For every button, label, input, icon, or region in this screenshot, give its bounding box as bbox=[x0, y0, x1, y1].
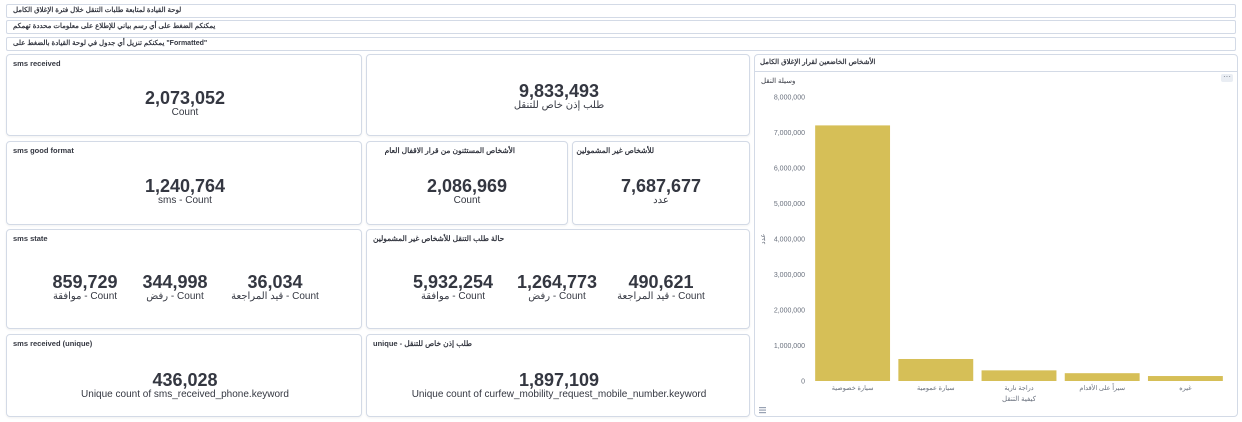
sms-good-format-panel[interactable]: sms good format 1,240,764 sms - Count bbox=[6, 141, 362, 225]
y-axis-label: عدد bbox=[760, 234, 767, 245]
metric-value: 5,932,254 bbox=[412, 272, 494, 292]
y-axis: 0 1,000,000 2,000,000 3,000,000 4,000,000 5,0… bbox=[774, 95, 805, 386]
metric[interactable]: 1,897,109 Unique count of curfew_mobilit… bbox=[412, 371, 707, 400]
panel-title: للأشخاص غير المشمولين bbox=[576, 146, 654, 155]
chart-panel-header-text: الأشخاص الخاضعين لقرار الإغلاق الكامل bbox=[760, 59, 876, 66]
x-tick-label: دراجة نارية bbox=[1004, 384, 1033, 392]
metric-label: رفض - Count bbox=[528, 291, 586, 302]
sms-received-panel[interactable]: sms received 2,073,052 Count bbox=[6, 54, 362, 136]
metric-label: Count bbox=[171, 107, 199, 118]
metric-label: Unique count of sms_received_phone.keywo… bbox=[81, 389, 289, 400]
metric-value: 490,621 bbox=[628, 272, 694, 292]
panel-title: sms received bbox=[13, 59, 61, 68]
metric-pending[interactable]: 490,621 قيد المراجعة - Count bbox=[617, 273, 705, 302]
x-tick-label: غيره bbox=[1179, 385, 1192, 392]
panel-title: sms state bbox=[13, 234, 48, 243]
metric-label: طلب إذن خاص للتنقل bbox=[513, 100, 605, 111]
bars bbox=[815, 125, 1223, 382]
panel-title: sms good format bbox=[13, 146, 74, 155]
metric[interactable]: 7,687,677 عدد bbox=[621, 177, 701, 206]
metric[interactable]: 2,073,052 Count bbox=[145, 89, 225, 118]
travel-permit-panel[interactable]: 9,833,493 طلب إذن خاص للتنقل bbox=[366, 54, 750, 136]
info-bar-download-table: يمكنكم تنزيل أي جدول في لوحة القيادة بال… bbox=[6, 37, 1236, 51]
request-unique-panel[interactable]: unique - طلب إذن خاص للتنقل 1,897,109 Un… bbox=[366, 334, 750, 417]
bar[interactable] bbox=[1147, 376, 1223, 381]
metric-label: عدد bbox=[653, 195, 669, 206]
chart-title: وسيلة النقل bbox=[761, 77, 795, 85]
metric[interactable]: 1,240,764 sms - Count bbox=[145, 177, 225, 206]
info-text-click-chart: يمكنكم الضغط على أي رسم بياني للإطلاع عل… bbox=[13, 23, 216, 30]
x-axis: سيارة خصوصية سيارة عمومية دراجة نارية سيراً… bbox=[832, 382, 1192, 392]
panel-title: unique - طلب إذن خاص للتنقل bbox=[373, 339, 473, 348]
metric-label: رفض - Count bbox=[146, 291, 204, 302]
panel-title: حالة طلب التنقل للأشخاص غير المشمولين bbox=[373, 234, 505, 243]
legend-toggle-icon[interactable] bbox=[759, 407, 766, 414]
y-tick-label: 7,000,000 bbox=[774, 130, 805, 137]
ellipsis-icon[interactable]: ··· bbox=[1221, 73, 1233, 82]
metric-value: 2,086,969 bbox=[426, 176, 508, 196]
metric-pending[interactable]: 36,034 قيد المراجعة - Count bbox=[231, 273, 319, 302]
x-axis-label: كيفية التنقل bbox=[1002, 395, 1037, 403]
metric-label: Unique count of curfew_mobility_request_… bbox=[411, 389, 707, 400]
metric-label: قيد المراجعة - Count bbox=[617, 291, 705, 302]
x-tick-label: سيراً على الأقدام bbox=[1079, 382, 1125, 392]
metric-value: 2,073,052 bbox=[144, 88, 226, 108]
chart-panel-header: الأشخاص الخاضعين لقرار الإغلاق الكامل bbox=[755, 55, 1237, 72]
x-tick-label: سيارة عمومية bbox=[917, 384, 955, 392]
transport-chart-panel[interactable]: الأشخاص الخاضعين لقرار الإغلاق الكامل ··… bbox=[754, 54, 1238, 417]
metric-value: 344,998 bbox=[142, 272, 208, 292]
bar[interactable] bbox=[1064, 373, 1140, 381]
bar-chart[interactable]: وسيلة النقل 0 1,000,000 2,000,000 3,000,000… bbox=[755, 71, 1237, 417]
metric-value: 36,034 bbox=[247, 272, 303, 292]
y-tick-label: 8,000,000 bbox=[774, 95, 805, 102]
metric-value: 9,833,493 bbox=[518, 81, 600, 101]
sms-received-unique-panel[interactable]: sms received (unique) 436,028 Unique cou… bbox=[6, 334, 362, 417]
y-tick-label: 2,000,000 bbox=[774, 308, 805, 315]
y-tick-label: 3,000,000 bbox=[774, 272, 805, 279]
exempted-persons-panel[interactable]: الأشخاص المستثنون من قرار الاقفال العام … bbox=[366, 141, 568, 225]
metric-approved[interactable]: 859,729 موافقة - Count bbox=[52, 273, 117, 302]
metric-value: 1,240,764 bbox=[144, 176, 226, 196]
bar[interactable] bbox=[898, 358, 974, 381]
metric-value: 7,687,677 bbox=[620, 176, 702, 196]
metric-rejected[interactable]: 344,998 رفض - Count bbox=[142, 273, 207, 302]
request-state-panel[interactable]: حالة طلب التنقل للأشخاص غير المشمولين 5,… bbox=[366, 229, 750, 329]
dashboard-title-bar: لوحة القيادة لمتابعة طلبات التنقل خلال ف… bbox=[6, 4, 1236, 18]
metric-rejected[interactable]: 1,264,773 رفض - Count bbox=[517, 273, 597, 302]
dashboard-title-text: لوحة القيادة لمتابعة طلبات التنقل خلال ف… bbox=[13, 7, 182, 14]
panel-title: sms received (unique) bbox=[13, 339, 93, 348]
y-tick-label: 6,000,000 bbox=[774, 166, 805, 173]
metric-label: موافقة - Count bbox=[52, 291, 118, 302]
y-tick-label: 4,000,000 bbox=[774, 237, 805, 244]
y-tick-label: 1,000,000 bbox=[774, 343, 805, 350]
metric[interactable]: 436,028 Unique count of sms_received_pho… bbox=[81, 371, 289, 400]
metric-label: sms - Count bbox=[158, 195, 212, 206]
x-tick-label: سيارة خصوصية bbox=[832, 384, 874, 392]
metric-value: 436,028 bbox=[152, 370, 218, 390]
sms-state-panel[interactable]: sms state 859,729 موافقة - Count 344,998… bbox=[6, 229, 362, 329]
info-text-download-table: يمكنكم تنزيل أي جدول في لوحة القيادة بال… bbox=[13, 40, 208, 47]
bar[interactable] bbox=[815, 125, 891, 382]
metric-label: قيد المراجعة - Count bbox=[231, 291, 319, 302]
info-bar-click-chart: يمكنكم الضغط على أي رسم بياني للإطلاع عل… bbox=[6, 20, 1236, 34]
metric[interactable]: 9,833,493 طلب إذن خاص للتنقل bbox=[514, 82, 604, 111]
metric-value: 1,264,773 bbox=[516, 272, 598, 292]
chart-area[interactable]: ··· وسيلة النقل 0 1,000,000 2,000,000 3,000… bbox=[755, 71, 1237, 417]
y-tick-label: 0 bbox=[801, 379, 805, 386]
metric[interactable]: 2,086,969 Count bbox=[427, 177, 507, 206]
metric-label: موافقة - Count bbox=[420, 291, 486, 302]
metric-value: 1,897,109 bbox=[518, 370, 600, 390]
bar[interactable] bbox=[981, 370, 1057, 381]
metric-value: 859,729 bbox=[52, 272, 118, 292]
not-covered-panel[interactable]: للأشخاص غير المشمولين 7,687,677 عدد bbox=[572, 141, 750, 225]
metric-label: Count bbox=[453, 195, 481, 206]
y-tick-label: 5,000,000 bbox=[774, 201, 805, 208]
panel-title: الأشخاص المستثنون من قرار الاقفال العام bbox=[384, 146, 515, 155]
metric-approved[interactable]: 5,932,254 موافقة - Count bbox=[413, 273, 493, 302]
